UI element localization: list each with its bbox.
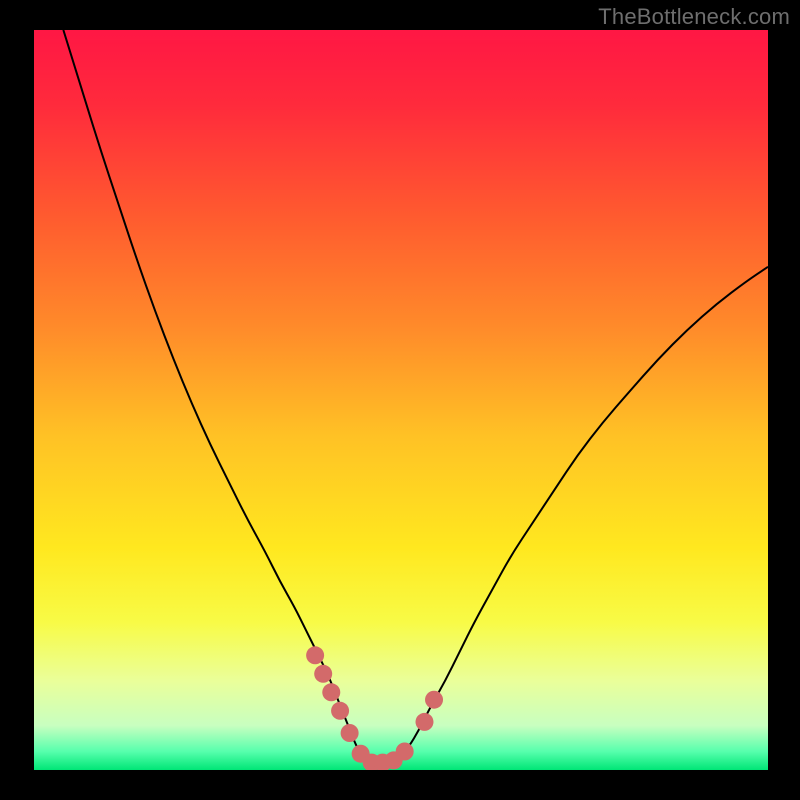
highlight-marker [314,665,332,683]
highlight-marker [322,683,340,701]
chart-frame: TheBottleneck.com [0,0,800,800]
watermark-text: TheBottleneck.com [598,4,790,30]
highlight-marker [331,702,349,720]
chart-plot-area [34,30,768,770]
highlight-marker [425,691,443,709]
chart-svg [34,30,768,770]
highlight-marker [396,743,414,761]
highlight-marker [341,724,359,742]
chart-background [34,30,768,770]
highlight-marker [306,646,324,664]
highlight-marker [415,713,433,731]
